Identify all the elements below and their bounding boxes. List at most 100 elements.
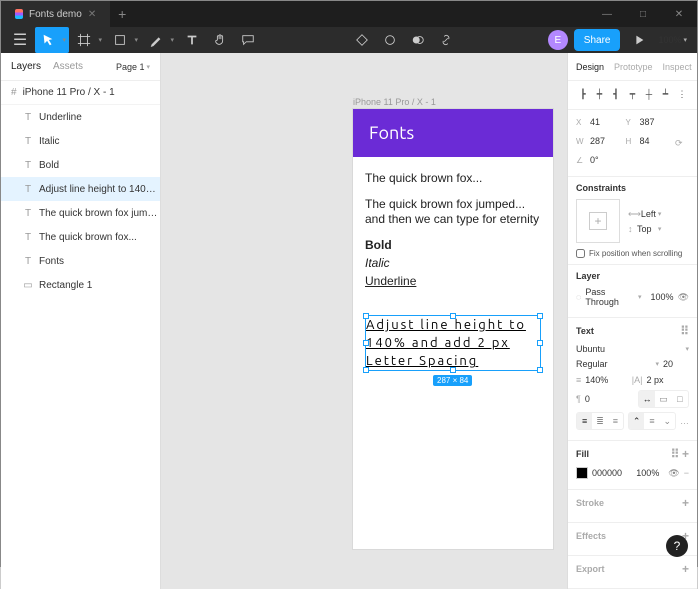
- autowidth-icon[interactable]: ↔: [639, 391, 655, 407]
- text-align-left-icon[interactable]: ≡: [577, 413, 592, 429]
- layer-frame-row[interactable]: # iPhone 11 Pro / X - 1: [1, 81, 160, 105]
- layer-item[interactable]: TItalic: [1, 129, 160, 153]
- layer-item[interactable]: TFonts: [1, 249, 160, 273]
- distribute-icon[interactable]: ⋮: [675, 87, 689, 101]
- fix-scroll-checkbox[interactable]: [576, 249, 585, 258]
- text-options-icon[interactable]: …: [680, 416, 689, 426]
- align-top-icon[interactable]: ┯: [626, 87, 640, 101]
- link-tool[interactable]: [433, 27, 459, 53]
- add-stroke-icon[interactable]: +: [682, 496, 689, 510]
- h-input[interactable]: [640, 135, 672, 147]
- layer-item[interactable]: TAdjust line height to 140% an...: [1, 177, 160, 201]
- tab-prototype[interactable]: Prototype: [614, 62, 653, 72]
- share-button[interactable]: Share: [574, 29, 621, 51]
- align-hcenter-icon[interactable]: ┿: [593, 87, 607, 101]
- fixedsize-icon[interactable]: □: [672, 391, 688, 407]
- text-valign-bot-icon[interactable]: ⌄: [660, 413, 675, 429]
- selected-text-layer[interactable]: Adjust line height to 140% and add 2 px …: [366, 316, 540, 371]
- text-underline[interactable]: Underline: [365, 274, 416, 288]
- link-wh-icon[interactable]: ⟳: [675, 138, 689, 149]
- constraint-h-dropdown[interactable]: ⟷ Left: [628, 209, 661, 220]
- user-avatar[interactable]: E: [548, 30, 568, 50]
- text-valign-mid-icon[interactable]: ≡: [644, 413, 659, 429]
- text-align-right-icon[interactable]: ≡: [608, 413, 623, 429]
- text-line1[interactable]: The quick brown fox...: [365, 171, 541, 187]
- w-input[interactable]: [590, 135, 622, 147]
- window-maximize-button[interactable]: □: [625, 1, 661, 27]
- handle-bl[interactable]: [363, 367, 369, 373]
- font-size-input[interactable]: [663, 358, 689, 370]
- window-minimize-button[interactable]: —: [589, 1, 625, 27]
- rotation-input[interactable]: [590, 154, 671, 166]
- fill-swatch[interactable]: [576, 467, 588, 479]
- letter-spacing-input[interactable]: [646, 374, 689, 386]
- file-tab[interactable]: Fonts demo ✕: [1, 1, 110, 27]
- font-family-dropdown[interactable]: Ubuntu: [576, 344, 689, 354]
- tab-design[interactable]: Design: [576, 62, 604, 72]
- align-left-icon[interactable]: ┣: [576, 87, 590, 101]
- shape-tool[interactable]: [107, 27, 141, 53]
- autoheight-icon[interactable]: ▭: [655, 391, 671, 407]
- hand-tool[interactable]: [207, 27, 233, 53]
- tab-assets[interactable]: Assets: [53, 61, 83, 72]
- fill-hex-input[interactable]: [592, 467, 632, 479]
- remove-fill-icon[interactable]: −: [684, 468, 689, 478]
- handle-mr[interactable]: [537, 340, 543, 346]
- layer-item[interactable]: TThe quick brown fox jumped......: [1, 201, 160, 225]
- page-selector[interactable]: Page 1: [116, 62, 150, 72]
- layer-item[interactable]: TBold: [1, 153, 160, 177]
- frame-tool[interactable]: [71, 27, 105, 53]
- align-bottom-icon[interactable]: ┷: [659, 87, 673, 101]
- close-tab-icon[interactable]: ✕: [88, 9, 96, 20]
- text-align-center-icon[interactable]: ≣: [592, 413, 607, 429]
- text-bold[interactable]: Bold: [365, 238, 541, 252]
- constraint-widget[interactable]: +: [576, 199, 620, 243]
- fill-style-icon[interactable]: ⠿: [671, 447, 680, 461]
- paragraph-input[interactable]: [585, 393, 634, 405]
- pen-tool[interactable]: [143, 27, 177, 53]
- align-vcenter-icon[interactable]: ┼: [642, 87, 656, 101]
- line-height-input[interactable]: [585, 374, 628, 386]
- boolean-tool[interactable]: [405, 27, 431, 53]
- component-tool[interactable]: [349, 27, 375, 53]
- tab-layers[interactable]: Layers: [11, 61, 41, 72]
- constraint-v-dropdown[interactable]: ↕ Top: [628, 224, 661, 234]
- handle-tl[interactable]: [363, 313, 369, 319]
- canvas-frame-label[interactable]: iPhone 11 Pro / X - 1: [353, 97, 436, 107]
- zoom-dropdown[interactable]: 100%: [654, 35, 691, 45]
- layer-item[interactable]: TUnderline: [1, 105, 160, 129]
- canvas[interactable]: iPhone 11 Pro / X - 1 Fonts The quick br…: [161, 53, 567, 589]
- layer-item[interactable]: TThe quick brown fox...: [1, 225, 160, 249]
- handle-br[interactable]: [537, 367, 543, 373]
- move-tool[interactable]: [35, 27, 69, 53]
- menu-button[interactable]: ☰: [7, 27, 33, 53]
- new-tab-button[interactable]: +: [110, 6, 134, 22]
- selection-box[interactable]: Adjust line height to 140% and add 2 px …: [365, 315, 541, 371]
- handle-mb[interactable]: [450, 367, 456, 373]
- text-tool[interactable]: [179, 27, 205, 53]
- present-button[interactable]: [626, 27, 652, 53]
- x-input[interactable]: [590, 116, 622, 128]
- blend-dropdown[interactable]: Pass Through: [585, 287, 641, 307]
- opacity-input[interactable]: [646, 291, 674, 303]
- handle-mt[interactable]: [450, 313, 456, 319]
- help-button[interactable]: ?: [666, 535, 688, 557]
- handle-ml[interactable]: [363, 340, 369, 346]
- fill-opacity-input[interactable]: [636, 467, 664, 479]
- text-style-icon[interactable]: ⠿: [680, 324, 689, 338]
- add-fill-icon[interactable]: +: [682, 447, 689, 461]
- comment-tool[interactable]: [235, 27, 261, 53]
- layer-item[interactable]: ▭Rectangle 1: [1, 273, 160, 297]
- tab-inspect[interactable]: Inspect: [663, 62, 692, 72]
- align-right-icon[interactable]: ┫: [609, 87, 623, 101]
- text-italic[interactable]: Italic: [365, 256, 541, 270]
- visibility-icon[interactable]: 👁: [678, 292, 689, 303]
- add-export-icon[interactable]: +: [682, 562, 689, 576]
- text-paragraph[interactable]: The quick brown fox jumped... and then w…: [365, 197, 541, 228]
- window-close-button[interactable]: ✕: [661, 1, 697, 27]
- fill-visibility-icon[interactable]: 👁: [668, 468, 679, 479]
- font-weight-dropdown[interactable]: Regular: [576, 359, 659, 369]
- text-valign-top-icon[interactable]: ⌃: [629, 413, 644, 429]
- handle-tr[interactable]: [537, 313, 543, 319]
- y-input[interactable]: [640, 116, 672, 128]
